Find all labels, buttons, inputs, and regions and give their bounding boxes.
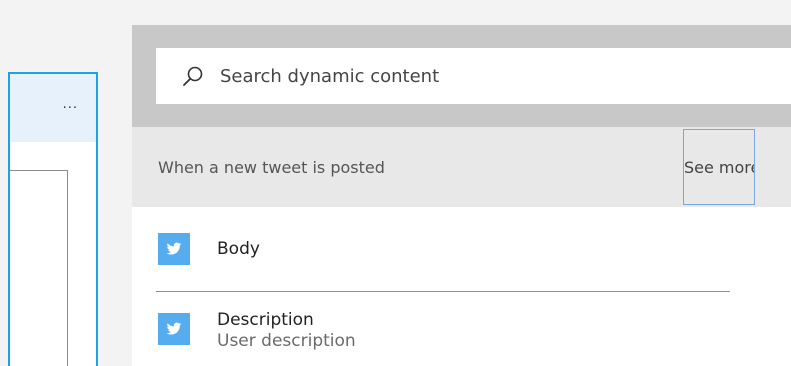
more-options-icon[interactable]: ··· [63,102,78,115]
token-text: Body [217,238,260,260]
trigger-section-header: When a new tweet is posted See more [132,127,791,207]
search-icon [182,65,204,87]
list-item-body[interactable]: Body [132,207,791,291]
section-title: When a new tweet is posted [158,157,385,177]
token-text: Description User description [217,309,356,351]
action-card: ··· [8,72,98,366]
token-description: User description [217,331,356,351]
dynamic-content-panel: When a new tweet is posted See more Body [132,25,791,366]
dynamic-token-list: Body Description User description [132,207,791,366]
list-item-description[interactable]: Description User description [132,291,791,366]
twitter-icon [158,313,190,345]
action-card-header: ··· [10,74,96,142]
card-input-field[interactable] [10,170,68,366]
token-name: Description [217,310,314,330]
search-input[interactable] [220,65,791,87]
search-bar [132,25,791,127]
see-more-button[interactable]: See more [683,129,755,205]
token-name: Body [217,239,260,259]
search-box[interactable] [156,48,791,104]
twitter-icon [158,233,190,265]
screenshot-root: ··· When a new tweet is posted See more [0,0,791,366]
